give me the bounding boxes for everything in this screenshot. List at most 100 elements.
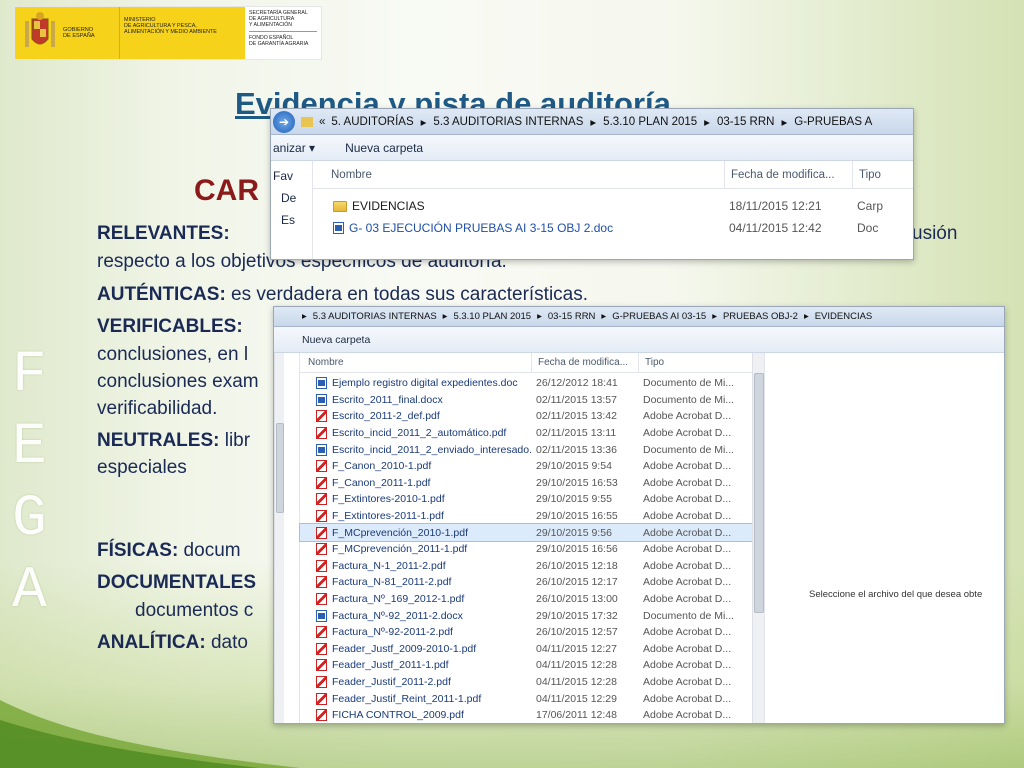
explorer-window-evidencias[interactable]: ▸ 5.3 AUDITORIAS INTERNAS ▸ 5.3.10 PLAN 2… bbox=[273, 306, 1005, 724]
file-row[interactable]: Feader_Justf_2009-2010-1.pdf 04/11/2015 1… bbox=[300, 641, 764, 658]
column-header-date[interactable]: Fecha de modifica... bbox=[725, 161, 853, 188]
nav-item-recent[interactable]: Es bbox=[271, 213, 312, 235]
file-date: 02/11/2015 13:36 bbox=[536, 443, 617, 456]
file-row[interactable]: Ejemplo registro digital expedientes.doc… bbox=[300, 375, 764, 392]
file-row[interactable]: Factura_Nº-92-2011-2.pdf 26/10/2015 12:57… bbox=[300, 624, 764, 641]
column-header-date[interactable]: Fecha de modifica... bbox=[532, 353, 639, 372]
breadcrumb-item-g-pruebas[interactable]: G-PRUEBAS AI 03-15 bbox=[612, 311, 706, 322]
navigation-pane bbox=[274, 353, 300, 723]
file-list-scrollbar[interactable] bbox=[752, 353, 764, 723]
slide-subtitle: CAR bbox=[194, 174, 259, 207]
nav-scrollbar-thumb[interactable] bbox=[276, 423, 284, 513]
fega-letter-g: G bbox=[12, 487, 47, 552]
file-name-cell: Feader_Justf_2009-2010-1.pdf bbox=[300, 642, 532, 655]
file-row[interactable]: Factura_Nº-92_2011-2.docx 29/10/2015 17:3… bbox=[300, 607, 764, 624]
breadcrumb-item-internas[interactable]: 5.3 AUDITORIAS INTERNAS bbox=[433, 116, 583, 128]
file-row[interactable]: Feader_Justif_Reint_2011-1.pdf 04/11/2015… bbox=[300, 690, 764, 707]
nav-item-favorites[interactable]: Fav bbox=[271, 169, 312, 191]
explorer-window-g-pruebas[interactable]: ➔ « 5. AUDITORÍAS ▸ 5.3 AUDITORIAS INTERN… bbox=[270, 108, 914, 260]
green-swoosh-decoration bbox=[0, 700, 300, 768]
file-row[interactable]: Escrito_2011_final.docx 02/11/2015 13:57 D… bbox=[300, 392, 764, 409]
file-type: Adobe Acrobat D... bbox=[643, 460, 732, 473]
column-header-type[interactable]: Tipo bbox=[853, 161, 913, 188]
nav-item-desktop[interactable]: De bbox=[271, 191, 312, 213]
pdf-file-icon bbox=[316, 576, 327, 589]
column-header-name[interactable]: Nombre bbox=[300, 353, 532, 372]
address-bar[interactable]: ➔ « 5. AUDITORÍAS ▸ 5.3 AUDITORIAS INTERN… bbox=[271, 109, 913, 135]
organize-button[interactable]: anizar ▾ bbox=[273, 141, 315, 155]
documentales-line-2: documentos c bbox=[135, 600, 254, 621]
fisicas-line: FÍSICAS: docum bbox=[97, 538, 241, 564]
file-name-cell: Feader_Justif_2011-2.pdf bbox=[300, 675, 532, 688]
breadcrumb-arrow-icon: ▸ bbox=[420, 116, 427, 129]
file-date: 29/10/2015 9:56 bbox=[536, 526, 612, 539]
file-row[interactable]: Factura_N-81_2011-2.pdf 26/10/2015 12:17 A… bbox=[300, 574, 764, 591]
file-row[interactable]: Feader_Justif_2011-2.pdf 04/11/2015 12:28… bbox=[300, 674, 764, 691]
file-date: 29/10/2015 16:56 bbox=[536, 543, 618, 556]
file-name: Factura_Nº-92_2011-2.docx bbox=[332, 609, 463, 622]
breadcrumb-item-rrn[interactable]: 03-15 RRN bbox=[717, 116, 775, 128]
file-date: 26/10/2015 12:17 bbox=[536, 576, 618, 589]
file-row[interactable]: Feader_Justf_2011-1.pdf 04/11/2015 12:28 A… bbox=[300, 657, 764, 674]
file-row[interactable]: Factura_Nº_169_2012-1.pdf 26/10/2015 13:0… bbox=[300, 591, 764, 608]
new-folder-button[interactable]: Nueva carpeta bbox=[345, 141, 423, 155]
neutrales-line-2: especiales bbox=[97, 457, 187, 478]
file-date: 29/10/2015 16:53 bbox=[536, 476, 618, 489]
breadcrumb-item-plan-2015[interactable]: 5.3.10 PLAN 2015 bbox=[603, 116, 697, 128]
relevantes-line: RELEVANTES: bbox=[97, 221, 230, 247]
breadcrumb-arrow-icon: ▸ bbox=[704, 116, 710, 129]
breadcrumb-arrow-icon: ▸ bbox=[537, 311, 542, 322]
file-row[interactable]: F_MCprevención_2010-1.pdf 29/10/2015 9:56… bbox=[299, 523, 765, 542]
breadcrumb-item-g-pruebas[interactable]: G-PRUEBAS A bbox=[794, 116, 872, 128]
breadcrumb-item-plan-2015[interactable]: 5.3.10 PLAN 2015 bbox=[453, 311, 531, 322]
file-row[interactable]: Escrito_2011-2_def.pdf 02/11/2015 13:42 Ad… bbox=[300, 408, 764, 425]
neutrales-label: NEUTRALES: bbox=[97, 430, 220, 451]
file-name: F_MCprevención_2010-1.pdf bbox=[332, 526, 468, 539]
breadcrumb-arrow-icon: ▸ bbox=[442, 311, 448, 322]
file-name-cell: F_Canon_2011-1.pdf bbox=[300, 476, 532, 489]
file-name: Ejemplo registro digital expedientes.doc bbox=[332, 377, 518, 390]
file-date: 02/11/2015 13:57 bbox=[536, 393, 617, 406]
file-row[interactable]: F_Canon_2011-1.pdf 29/10/2015 16:53 Adobe … bbox=[300, 475, 764, 492]
file-row[interactable]: F_Canon_2010-1.pdf 29/10/2015 9:54 Adobe A… bbox=[300, 458, 764, 475]
back-button[interactable]: ➔ bbox=[273, 110, 295, 133]
file-list-scrollbar-thumb[interactable] bbox=[754, 373, 764, 613]
verificables-line-2: conclusiones, en l bbox=[97, 344, 249, 365]
column-header-type[interactable]: Tipo bbox=[639, 353, 752, 372]
file-row[interactable]: F_Extintores-2011-1.pdf 29/10/2015 16:55 A… bbox=[300, 508, 764, 525]
breadcrumb-item-pruebas-obj2[interactable]: PRUEBAS OBJ-2 bbox=[723, 311, 798, 322]
word-doc-icon bbox=[316, 609, 327, 622]
nav-scrollbar[interactable] bbox=[274, 353, 284, 723]
file-type: Adobe Acrobat D... bbox=[643, 559, 732, 572]
breadcrumb-item-internas[interactable]: 5.3 AUDITORIAS INTERNAS bbox=[313, 311, 437, 322]
fisicas-label: FÍSICAS: bbox=[97, 540, 179, 561]
new-folder-button[interactable]: Nueva carpeta bbox=[302, 334, 370, 346]
file-date: 29/10/2015 9:54 bbox=[536, 460, 612, 473]
file-name: Feader_Justf_2009-2010-1.pdf bbox=[332, 642, 477, 655]
address-bar[interactable]: ▸ 5.3 AUDITORIAS INTERNAS ▸ 5.3.10 PLAN 2… bbox=[274, 307, 1004, 327]
file-name: F_Canon_2010-1.pdf bbox=[332, 460, 432, 473]
breadcrumb-item-auditorias[interactable]: 5. AUDITORÍAS bbox=[331, 116, 413, 128]
file-row[interactable]: FICHA CONTROL_2009.pdf 17/06/2011 12:48 Ad… bbox=[300, 707, 764, 723]
explorer-body: Fav De Es Nombre Fecha de modifica... Ti… bbox=[271, 161, 913, 259]
file-row[interactable]: Factura_N-1_2011-2.pdf 26/10/2015 12:18 Ad… bbox=[300, 558, 764, 575]
analitica-line: ANALÍTICA: dato bbox=[97, 630, 248, 656]
file-row[interactable]: F_MCprevención_2011-1.pdf 29/10/2015 16:5… bbox=[300, 541, 764, 558]
file-name: Factura_Nº-92-2011-2.pdf bbox=[332, 626, 453, 639]
file-row[interactable]: F_Extintores-2010-1.pdf 29/10/2015 9:55 Ad… bbox=[300, 491, 764, 508]
breadcrumb-item-rrn[interactable]: 03-15 RRN bbox=[548, 311, 596, 322]
file-name: Feader_Justif_Reint_2011-1.pdf bbox=[332, 692, 482, 705]
file-row-g03-doc[interactable]: G- 03 EJECUCIÓN PRUEBAS AI 3-15 OBJ 2.do… bbox=[313, 217, 913, 239]
file-name: G- 03 EJECUCIÓN PRUEBAS AI 3-15 OBJ 2.do… bbox=[349, 221, 614, 235]
file-name-cell: Factura_Nº-92-2011-2.pdf bbox=[300, 626, 532, 639]
file-row-evidencias[interactable]: EVIDENCIAS 18/11/2015 12:21 Carp bbox=[313, 195, 913, 217]
file-row[interactable]: Escrito_incid_2011_2_enviado_interesado.… bbox=[300, 441, 764, 458]
breadcrumb-item-evidencias[interactable]: EVIDENCIAS bbox=[815, 311, 873, 322]
file-name-cell: F_Canon_2010-1.pdf bbox=[300, 460, 532, 473]
column-header-name[interactable]: Nombre bbox=[313, 161, 725, 188]
verificables-line-4: verificabilidad. bbox=[97, 398, 218, 419]
file-row[interactable]: Escrito_incid_2011_2_automático.pdf 02/11… bbox=[300, 425, 764, 442]
file-name-cell: Feader_Justf_2011-1.pdf bbox=[300, 659, 532, 672]
pdf-file-icon bbox=[316, 410, 327, 423]
file-name: Feader_Justf_2011-1.pdf bbox=[332, 659, 449, 672]
